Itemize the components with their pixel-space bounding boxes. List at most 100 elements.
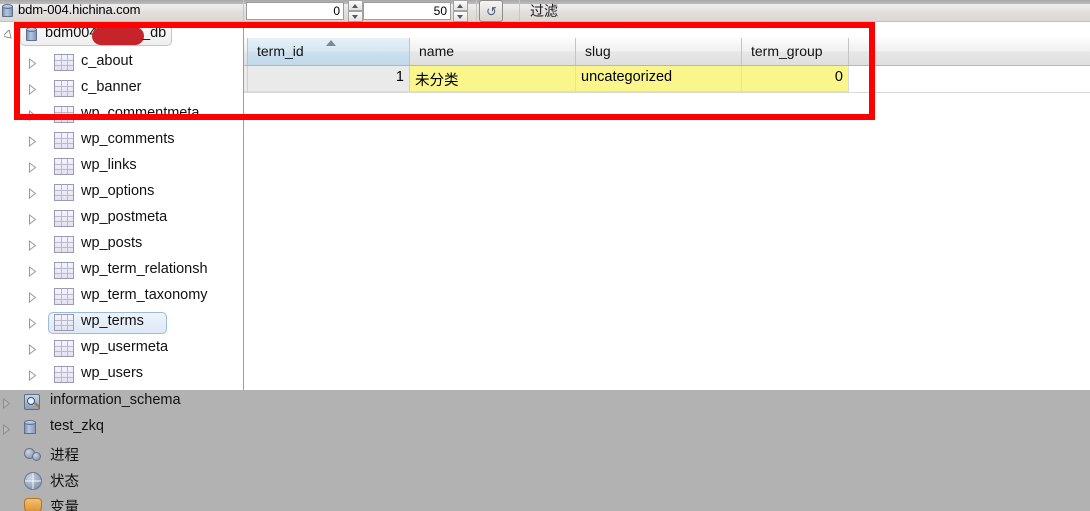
column-header-filler [849,38,1090,65]
offset-stepper-up[interactable] [348,0,363,11]
tree-item-c_banner[interactable]: c_banner [0,76,243,102]
table-icon [54,106,74,123]
chevron-right-icon[interactable] [28,344,37,355]
chevron-right-icon[interactable] [28,318,37,329]
table-row[interactable]: 1 未分类 uncategorized 0 [244,66,1090,92]
tree-item-label: wp_links [81,157,137,173]
tree-item-wp_postmeta[interactable]: wp_postmeta [0,206,243,232]
tree-item-c_about[interactable]: c_about [0,50,243,76]
database-name-prefix: bdm004 [45,25,98,41]
toolbar-divider-3 [476,0,477,22]
limit-input[interactable]: 50 [363,2,451,20]
chevron-right-icon[interactable] [28,110,37,121]
tree-item-wp_comments[interactable]: wp_comments [0,128,243,154]
tree-item-label: wp_options [81,183,155,199]
chevron-right-icon[interactable] [28,292,37,303]
data-grid[interactable]: term_id name slug term_group 1 未分类 uncat… [244,22,1090,390]
tree-item-状态[interactable]: 状态 [0,468,243,494]
schema-icon [24,394,42,411]
globe-icon [24,472,42,490]
chevron-right-icon[interactable] [28,370,37,381]
tree-item-wp_usermeta[interactable]: wp_usermeta [0,336,243,362]
table-icon [54,210,74,227]
table-icon [54,54,74,71]
limit-stepper-up[interactable] [453,0,468,11]
tree-item-wp_options[interactable]: wp_options [0,180,243,206]
chevron-down-icon[interactable] [4,30,13,41]
tree-item-label: 进程 [50,448,79,464]
cell-value: uncategorized [581,69,673,85]
table-icon [54,236,74,253]
tree-item-wp_posts[interactable]: wp_posts [0,232,243,258]
table-icon [54,132,74,149]
tree-item-label: wp_postmeta [81,209,168,225]
cell-value: 未分类 [415,73,459,89]
column-header-name[interactable]: name [410,38,576,65]
column-header-label: slug [585,43,611,59]
toolbar-divider-4 [519,0,520,22]
connection-name: bdm-004.hichina.com [18,2,141,17]
tree-item-label: 状态 [50,474,79,490]
offset-stepper[interactable] [348,0,363,22]
table-icon [54,80,74,97]
chevron-right-icon[interactable] [28,240,37,251]
table-icon [54,366,74,383]
chevron-right-icon[interactable] [28,214,37,225]
tree-item-label: information_schema [50,392,181,408]
tree-item-进程[interactable]: 进程 [0,442,243,468]
cell-slug[interactable]: uncategorized [576,66,742,92]
limit-value: 50 [433,4,447,18]
chevron-right-icon[interactable] [28,58,37,69]
tree-item-wp_links[interactable]: wp_links [0,154,243,180]
sort-ascending-icon [326,40,336,46]
tree-item-label: wp_term_relationsh [81,261,208,277]
filter-label[interactable]: 过滤 [530,1,558,21]
tree-item-label: wp_usermeta [81,339,169,355]
refresh-button[interactable]: ↺ [479,0,503,22]
chevron-right-icon[interactable] [28,188,37,199]
database-icon [2,4,13,18]
tree-item-wp_commentmeta[interactable]: wp_commentmeta [0,102,243,128]
tree-item-label: wp_term_taxonomy [81,287,208,303]
tree-item-wp_users[interactable]: wp_users [0,362,243,388]
chevron-right-icon[interactable] [28,266,37,277]
limit-stepper-down[interactable] [453,11,468,22]
chevron-right-icon[interactable] [28,84,37,95]
tree-item-information_schema[interactable]: information_schema [0,390,243,416]
database-icon [24,420,36,436]
gears-icon [24,446,43,463]
tree-item-wp_term_relationsh[interactable]: wp_term_relationsh [0,258,243,284]
offset-value: 0 [333,4,340,18]
cell-term_group[interactable]: 0 [742,66,849,92]
database-name-suffix: _db [142,25,167,41]
toolbar-divider-1 [243,0,244,22]
column-header-term_group[interactable]: term_group [742,38,849,65]
tree-item-变量[interactable]: 变量 [0,494,243,511]
tree-item-label: wp_commentmeta [81,105,200,121]
column-header-term_id[interactable]: term_id [248,38,410,65]
tree-item-database[interactable]: bdm004 _db [0,22,243,48]
cell-term_id[interactable]: 1 [248,66,410,92]
refresh-icon: ↺ [486,4,497,19]
top-toolbar: bdm-004.hichina.com 0 50 ↺ 过滤 [0,0,1090,22]
column-header-slug[interactable]: slug [576,38,742,65]
offset-input[interactable]: 0 [246,2,344,20]
tree-item-label: wp_users [81,365,144,381]
cell-value: 1 [395,69,404,85]
tree-item-wp_term_taxonomy[interactable]: wp_term_taxonomy [0,284,243,310]
object-tree-sidebar[interactable]: bdm004 _db c_about c_banner wp_commentmeta… [0,22,243,390]
offset-stepper-down[interactable] [348,11,363,22]
tree-item-label: wp_comments [81,131,175,147]
grid-header-row: term_id name slug term_group [244,38,1090,66]
tree-item-test_zkq[interactable]: test_zkq [0,416,243,442]
chevron-right-icon[interactable] [2,424,11,435]
tree-item-label: 变量 [50,500,79,511]
chevron-right-icon[interactable] [2,398,11,409]
limit-stepper[interactable] [453,0,468,22]
chevron-right-icon[interactable] [28,162,37,173]
cell-name[interactable]: 未分类 [410,66,576,92]
column-header-label: term_group [751,43,823,59]
lower-tree-list[interactable]: information_schema test_zkq 进程状态变量 [0,390,243,511]
chevron-right-icon[interactable] [28,136,37,147]
tree-item-wp_terms[interactable]: wp_terms [0,310,243,336]
